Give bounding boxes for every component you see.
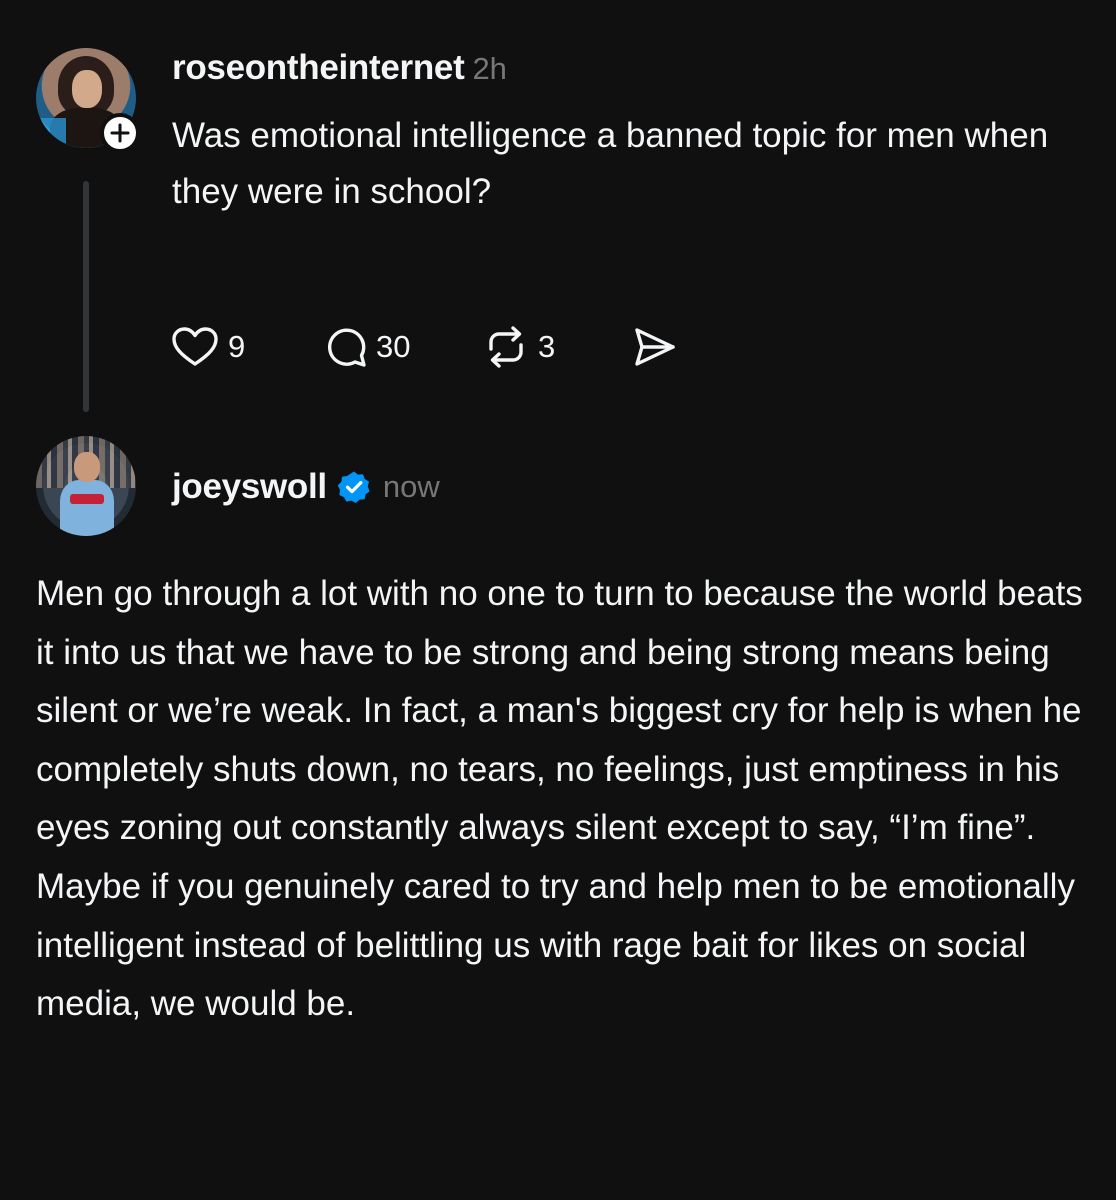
repost-button[interactable]: 3 bbox=[482, 325, 582, 369]
reply-count: 30 bbox=[376, 329, 411, 364]
repost-count: 3 bbox=[538, 329, 556, 364]
follow-button[interactable] bbox=[100, 113, 140, 153]
avatar-face bbox=[72, 70, 102, 108]
avatar-body bbox=[60, 480, 114, 536]
share-button[interactable] bbox=[632, 326, 678, 368]
reply-time: now bbox=[382, 469, 440, 504]
like-button[interactable]: 9 bbox=[170, 326, 276, 368]
comment-icon bbox=[324, 325, 368, 369]
thread-line bbox=[83, 181, 89, 412]
author-username[interactable]: roseontheinternet bbox=[172, 48, 465, 88]
avatar-jersey-detail bbox=[70, 494, 104, 504]
plus-icon bbox=[109, 122, 131, 144]
send-icon bbox=[632, 326, 678, 368]
heart-icon bbox=[170, 326, 220, 368]
avatar-face bbox=[74, 452, 100, 482]
like-count: 9 bbox=[228, 329, 246, 364]
post-text: Was emotional intelligence a banned topi… bbox=[172, 116, 1049, 211]
verified-badge-icon bbox=[337, 470, 371, 504]
reply-button[interactable]: 30 bbox=[324, 325, 436, 369]
repost-icon bbox=[482, 325, 530, 369]
reply-author-username[interactable]: joeyswoll bbox=[172, 464, 327, 510]
reply-text: Men go through a lot with no one to turn… bbox=[36, 574, 1083, 1024]
reply-header: joeyswoll now bbox=[172, 464, 440, 510]
post-time: 2h bbox=[472, 51, 507, 86]
reply-author-avatar[interactable] bbox=[36, 436, 136, 536]
post-header: roseontheinternet 2h bbox=[172, 48, 507, 94]
post-actions: 9 30 3 bbox=[170, 324, 678, 370]
